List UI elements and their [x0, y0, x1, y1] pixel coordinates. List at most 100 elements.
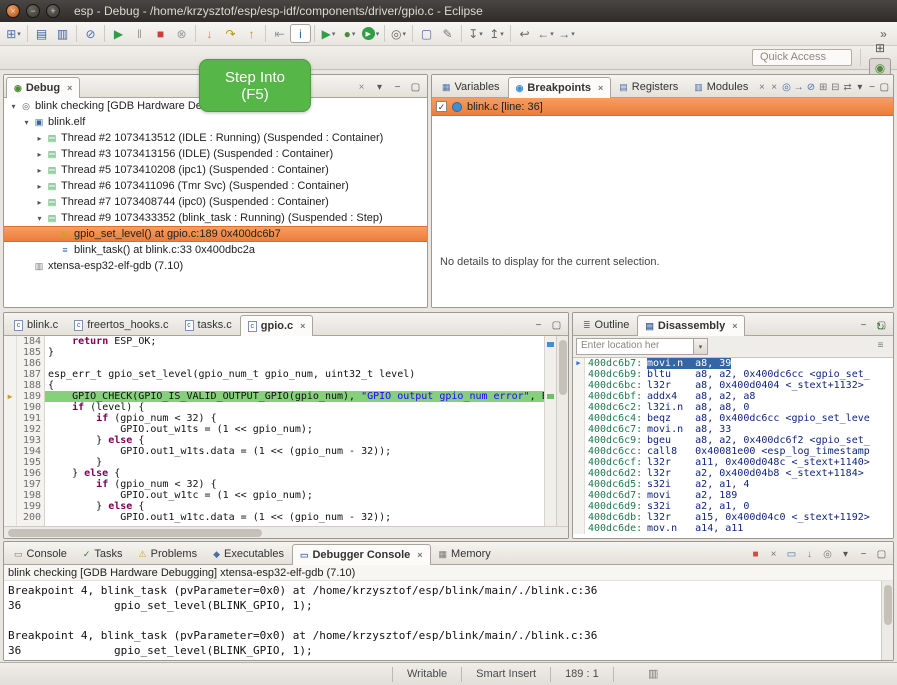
dropdown-arrow-icon[interactable]: ▾ [352, 30, 356, 38]
open-type-icon[interactable]: ▢ [416, 24, 437, 43]
terminate-icon[interactable]: ■ [150, 24, 171, 43]
drop-to-frame-icon[interactable]: ⇤ [269, 24, 290, 43]
window-close-button[interactable]: × [6, 4, 20, 18]
tab-tasks-c[interactable]: ctasks.c [177, 314, 240, 335]
disassembly-row[interactable]: 400dc6db:l32r a15, 0x400d04c0 <_stext+11… [573, 512, 893, 523]
code-line[interactable]: GPIO_CHECK(GPIO_IS_VALID_OUTPUT_GPIO(gpi… [45, 391, 544, 402]
minimize-icon[interactable]: − [530, 317, 547, 333]
minimize-icon[interactable]: − [855, 546, 872, 562]
go-to-file-icon[interactable]: → [793, 79, 804, 95]
code-line[interactable]: GPIO.out_w1ts = (1 << gpio_num); [45, 424, 544, 435]
code-line[interactable]: return ESP_OK; [45, 336, 544, 347]
tree-expander-icon[interactable]: ▸ [34, 134, 45, 143]
debug-tree-row[interactable]: ▸▤Thread #7 1073408744 (ipc0) (Suspended… [4, 194, 427, 210]
close-icon[interactable]: × [67, 83, 72, 93]
minimize-icon[interactable]: − [389, 79, 406, 95]
dropdown-arrow-icon[interactable]: ▾ [550, 30, 554, 38]
disassembly-row[interactable]: 400dc6c2:l32i.n a8, a8, 0 [573, 402, 893, 413]
dropdown-arrow-icon[interactable]: ▾ [332, 30, 336, 38]
location-input[interactable]: Enter location her [576, 338, 694, 355]
maximize-icon[interactable]: ▢ [548, 317, 565, 333]
disassembly-row[interactable]: 400dc6c9:bgeu a8, a2, 0x400dc6f2 <gpio_s… [573, 435, 893, 446]
disassembly-row[interactable]: ▶400dc6b7:movi.n a8, 39 [573, 358, 893, 369]
debug-tree-row[interactable]: ▾▣blink.elf [4, 114, 427, 130]
remove-breakpoint-icon[interactable]: × [756, 79, 767, 95]
close-icon[interactable]: × [598, 83, 603, 93]
suspend-icon[interactable]: ‖ [129, 24, 150, 43]
show-breakpoints-for-icon[interactable]: ◎ [781, 79, 792, 95]
tab-debugger-console[interactable]: ▭Debugger Console× [292, 544, 431, 565]
clear-console-icon[interactable]: ▭ [783, 546, 800, 562]
minimize-icon[interactable]: − [855, 317, 872, 333]
editor-vertical-scrollbar[interactable] [556, 336, 568, 526]
tree-expander-icon[interactable]: ▸ [34, 198, 45, 207]
close-icon[interactable]: × [417, 550, 422, 560]
link-with-debug-view-icon[interactable]: ⇄ [842, 79, 853, 95]
debug-tree-row[interactable]: ▸▤Thread #5 1073410208 (ipc1) (Suspended… [4, 162, 427, 178]
disassembly-row[interactable]: 400dc6bc:l32r a8, 0x400d0404 <_stext+113… [573, 380, 893, 391]
close-icon[interactable]: × [300, 321, 305, 331]
debug-tree-row[interactable]: ▸▤Thread #6 1073411096 (Tmr Svc) (Suspen… [4, 178, 427, 194]
disassembly-row[interactable]: 400dc6bf:addx4 a8, a2, a8 [573, 391, 893, 402]
disassembly-row[interactable]: 400dc6d2:l32r a2, 0x400d04b8 <_stext+118… [573, 468, 893, 479]
new-wizard-icon[interactable]: ⊞▾ [3, 24, 24, 43]
debug-tree-row[interactable]: ▸▤Thread #2 1073413512 (IDLE : Running) … [4, 130, 427, 146]
tree-expander-icon[interactable]: ▸ [34, 150, 45, 159]
tab-console[interactable]: ▭Console [6, 543, 75, 564]
tree-expander-icon[interactable]: ▾ [34, 214, 45, 223]
editor-horizontal-scrollbar[interactable] [4, 526, 568, 538]
code-line[interactable]: } [45, 457, 544, 468]
code-line[interactable]: GPIO.out1_w1tc.data = (1 << (gpio_num - … [45, 512, 544, 523]
window-minimize-button[interactable]: − [26, 4, 40, 18]
display-selected-console-icon[interactable]: ▾ [837, 546, 854, 562]
home-icon[interactable]: ⌂ [872, 312, 889, 318]
tab-variables[interactable]: ▦Variables [434, 76, 508, 97]
step-over-icon[interactable]: ↷ [220, 24, 241, 43]
maximize-icon[interactable]: ▢ [873, 546, 890, 562]
dropdown-arrow-icon[interactable]: ▾ [479, 30, 483, 38]
skip-all-breakpoints-icon[interactable]: ⊘ [805, 79, 816, 95]
tab-modules[interactable]: ▥Modules [686, 76, 756, 97]
show-source-icon[interactable]: ≡ [872, 338, 889, 354]
view-menu-icon[interactable]: ▾ [854, 79, 865, 95]
disassembly-row[interactable]: 400dc6c4:beqz a8, 0x400dc6cc <gpio_set_l… [573, 413, 893, 424]
tab-executables[interactable]: ◆Executables [205, 543, 292, 564]
resume-icon[interactable]: ▶ [108, 24, 129, 43]
tab-registers[interactable]: ▤Registers [611, 76, 686, 97]
scrollbar-thumb[interactable] [8, 529, 262, 537]
maximize-icon[interactable]: ▢ [407, 79, 424, 95]
tree-expander-icon[interactable]: ▾ [21, 118, 32, 127]
breakpoint-ruler[interactable]: ▶ [4, 336, 17, 526]
tab-disassembly[interactable]: ▤Disassembly× [637, 315, 745, 336]
disassembly-row[interactable]: 400dc6cf:l32r a11, 0x400d048c <_stext+11… [573, 457, 893, 468]
pin-console-icon[interactable]: ◎ [819, 546, 836, 562]
code-line[interactable]: { [45, 380, 544, 391]
previous-annotation-icon[interactable]: ↥▾ [486, 24, 507, 43]
expand-all-icon[interactable]: ⊞ [818, 79, 829, 95]
scroll-lock-icon[interactable]: ↓ [801, 546, 818, 562]
refresh-icon[interactable]: ↻ [872, 320, 889, 336]
tab-problems[interactable]: ⚠Problems [131, 543, 206, 564]
scrollbar-thumb[interactable] [559, 340, 567, 395]
code-line[interactable]: } [45, 347, 544, 358]
debug-tree-row[interactable]: ≡blink_task() at blink.c:33 0x400dbc2a [4, 242, 427, 258]
tab-memory[interactable]: ▦Memory [431, 543, 499, 564]
tab-debug[interactable]: ◉Debug× [6, 77, 80, 98]
tree-expander-icon[interactable]: ▸ [34, 166, 45, 175]
last-edit-location-icon[interactable]: ↩ [514, 24, 535, 43]
step-return-icon[interactable]: ↑ [241, 24, 262, 43]
overview-ruler[interactable] [544, 336, 556, 526]
code-line[interactable]: if (gpio_num < 32) { [45, 413, 544, 424]
dropdown-arrow-icon[interactable]: ▾ [500, 30, 504, 38]
remove-all-breakpoints-icon[interactable]: × [769, 79, 780, 95]
code-line[interactable]: GPIO.out1_w1ts.data = (1 << (gpio_num - … [45, 446, 544, 457]
disassembly-listing[interactable]: ▶400dc6b7:movi.n a8, 39400dc6b9:bltu a8,… [573, 358, 893, 538]
dropdown-arrow-icon[interactable]: ▾ [17, 30, 21, 38]
debug-tree-row[interactable]: ▸▤Thread #3 1073413156 (IDLE) (Suspended… [4, 146, 427, 162]
instruction-stepping-icon[interactable]: i [290, 24, 311, 43]
disassembly-row[interactable]: 400dc6d9:s32i a2, a1, 0 [573, 501, 893, 512]
terminate-icon[interactable]: ■ [747, 546, 764, 562]
tab-tasks[interactable]: ✓Tasks [75, 543, 131, 564]
code-line[interactable]: } else { [45, 468, 544, 479]
skip-all-breakpoints-icon[interactable]: ⊘ [80, 24, 101, 43]
